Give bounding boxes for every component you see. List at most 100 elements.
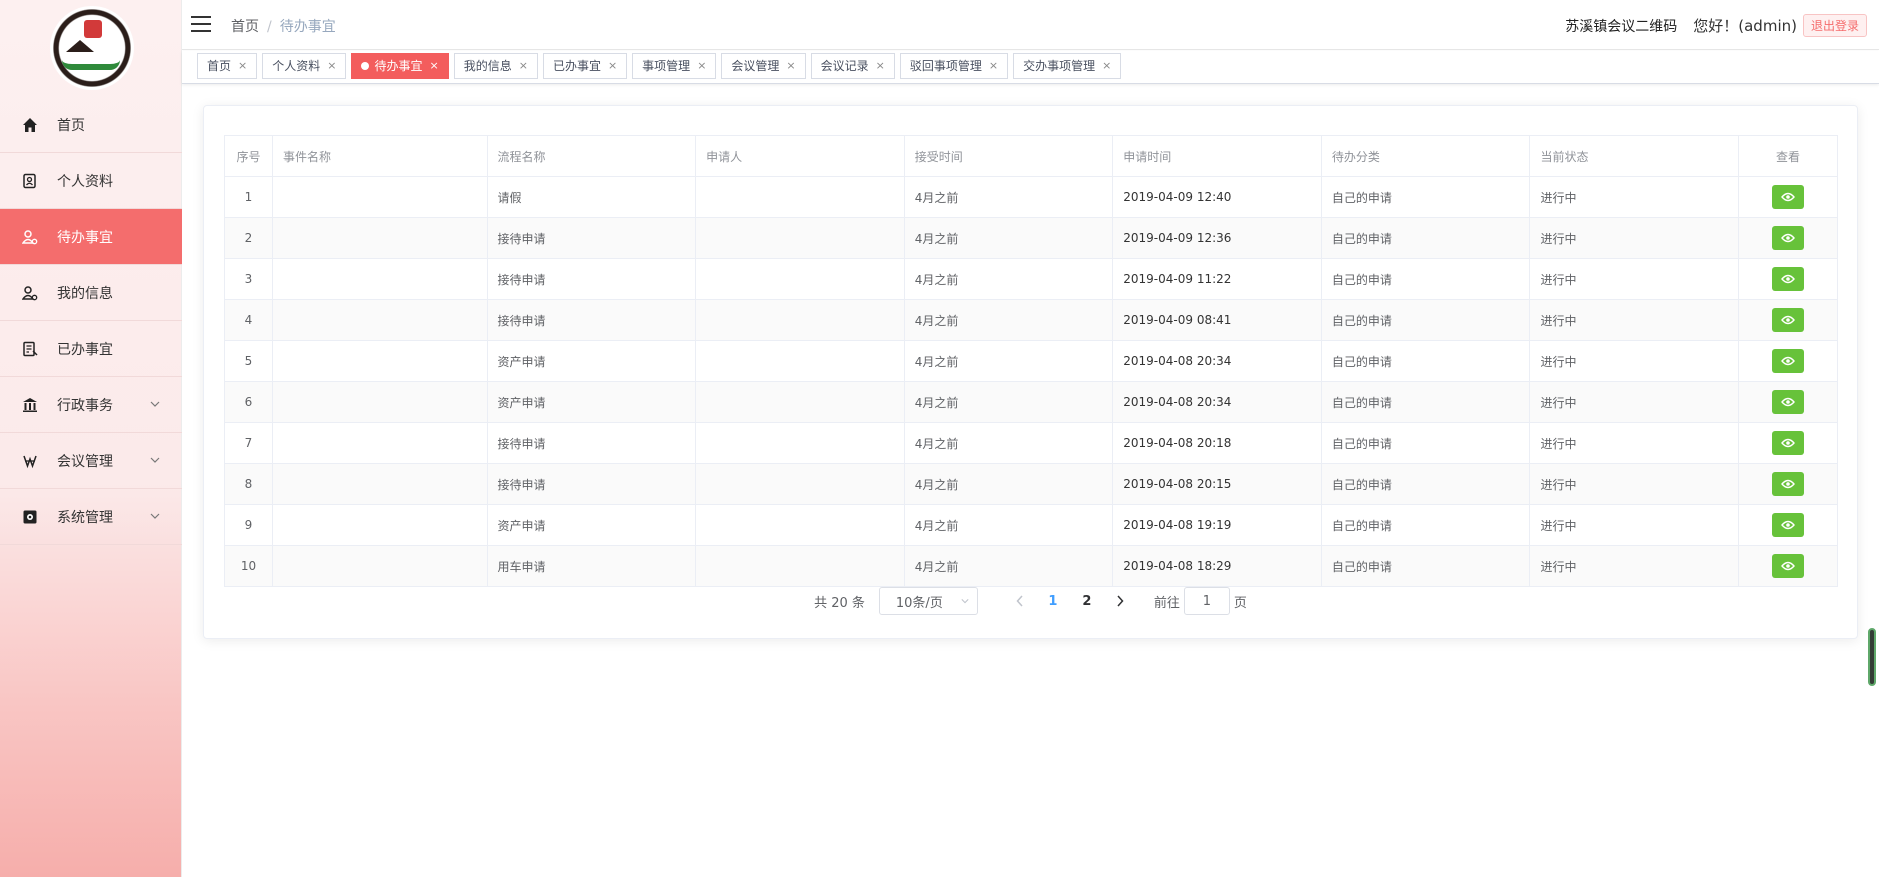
table-row: 9 资产申请 4月之前 2019-04-08 19:19 自己的申请 进行中 [224,504,1838,546]
col-header-event: 事件名称 [271,135,488,177]
tag-meeting-management[interactable]: 会议管理 × [721,53,806,79]
tag-rejected-items[interactable]: 驳回事项管理 × [899,53,1009,79]
close-icon[interactable]: × [876,54,885,78]
cell-applied: 2019-04-08 20:15 [1112,463,1322,505]
eye-icon [1781,192,1795,202]
col-header-flow: 流程名称 [486,135,697,177]
col-header-seq: 序号 [224,135,273,177]
cell-seq: 9 [224,504,273,546]
cell-category: 自己的申请 [1320,545,1531,587]
close-icon[interactable]: × [1102,54,1111,78]
logo [50,6,134,90]
tag-assigned-items[interactable]: 交办事项管理 × [1013,53,1122,79]
cell-category: 自己的申请 [1320,299,1531,341]
tags-list: 首页 × 个人资料 × 待办事宜 × 我的信息 × 已办事宜 × 事项管理 × 会议管理 × … [197,53,1126,79]
page-1-button[interactable]: 1 [1038,594,1068,609]
todo-table: 序号 事件名称 流程名称 申请人 接受时间 申请时间 待办分类 当前状态 查看 … [224,135,1838,587]
prev-page-button[interactable] [1010,587,1030,615]
cell-seq: 1 [224,176,273,218]
view-button[interactable] [1772,267,1805,291]
tag-label: 会议记录 [820,59,869,73]
hamburger-menu-icon[interactable] [191,16,211,32]
sidebar-item-label: 系统管理 [57,509,113,526]
cell-applicant [695,176,905,218]
tag-home[interactable]: 首页 × [197,53,258,79]
sidebar-item-label: 待办事宜 [57,229,113,246]
cell-flow: 请假 [486,176,697,218]
close-icon[interactable]: × [238,54,247,78]
next-page-button[interactable] [1110,587,1130,615]
tag-my-info[interactable]: 我的信息 × [453,53,538,79]
sidebar-item-label: 首页 [57,117,85,134]
cell-view [1738,381,1838,423]
qr-code-link[interactable]: 苏溪镇会议二维码 [1565,16,1677,36]
close-icon[interactable]: × [786,54,795,78]
goto-page-input[interactable]: 1 [1183,587,1230,615]
view-button[interactable] [1772,472,1805,496]
tag-done[interactable]: 已办事宜 × [542,53,628,79]
sidebar-item-label: 行政事务 [57,397,113,414]
cell-event [271,463,488,505]
cell-event [271,422,488,464]
view-button[interactable] [1772,185,1805,209]
scrollbar-thumb[interactable] [1868,628,1876,686]
user-area: 苏溪镇会议二维码 您好！(admin) 退出登录 [1565,14,1867,37]
page-2-button[interactable]: 2 [1072,594,1102,609]
view-button[interactable] [1772,431,1805,455]
cell-status: 进行中 [1529,217,1740,259]
sidebar-nav: 首页 个人资料 待办事宜 我的信息 已办事宜 行政事务 会议管理 系统管理 [0,97,182,545]
cell-received: 4月之前 [903,545,1114,587]
tag-meeting-records[interactable]: 会议记录 × [810,53,895,79]
sidebar-item-system[interactable]: 系统管理 [0,489,182,545]
sidebar-item-my-info[interactable]: 我的信息 [0,265,182,321]
cell-flow: 资产申请 [486,340,697,382]
sidebar-item-label: 个人资料 [57,173,113,190]
eye-icon [1781,233,1795,243]
cell-applied: 2019-04-08 20:18 [1112,422,1322,464]
cell-category: 自己的申请 [1320,340,1531,382]
logout-button[interactable]: 退出登录 [1802,14,1867,37]
close-icon[interactable]: × [429,54,438,78]
tag-profile[interactable]: 个人资料 × [262,53,347,79]
table-row: 4 接待申请 4月之前 2019-04-09 08:41 自己的申请 进行中 [224,299,1838,341]
close-icon[interactable]: × [989,54,998,78]
cell-category: 自己的申请 [1320,381,1531,423]
sidebar-item-home[interactable]: 首页 [0,97,182,153]
cell-view [1738,545,1838,587]
sidebar-item-done[interactable]: 已办事宜 [0,321,182,377]
cell-applicant [695,463,905,505]
close-icon[interactable]: × [327,54,336,78]
eye-icon [1781,520,1795,530]
pagination-total: 共 20 条 [814,595,865,611]
cell-seq: 5 [224,340,273,382]
close-icon[interactable]: × [519,54,528,78]
cell-received: 4月之前 [903,463,1114,505]
table-row: 1 请假 4月之前 2019-04-09 12:40 自己的申请 进行中 [224,176,1838,218]
tag-label: 首页 [207,59,232,73]
cell-category: 自己的申请 [1320,217,1531,259]
cell-received: 4月之前 [903,381,1114,423]
cell-view [1738,176,1838,218]
done-icon [21,340,39,358]
cell-flow: 接待申请 [486,217,697,259]
breadcrumb-home[interactable]: 首页 [231,19,259,35]
view-button[interactable] [1772,513,1805,537]
sidebar-item-meeting[interactable]: 会议管理 [0,433,182,489]
chevron-down-icon [150,401,160,407]
top-bar: 首页 / 待办事宜 苏溪镇会议二维码 您好！(admin) 退出登录 [182,0,1879,50]
view-button[interactable] [1772,390,1805,414]
tag-todo[interactable]: 待办事宜 × [351,53,449,79]
view-button[interactable] [1772,226,1805,250]
sidebar-item-todo[interactable]: 待办事宜 [0,209,182,265]
cell-status: 进行中 [1529,504,1740,546]
view-button[interactable] [1772,554,1805,578]
view-button[interactable] [1772,308,1805,332]
view-button[interactable] [1772,349,1805,373]
tag-item-management[interactable]: 事项管理 × [632,53,717,79]
cell-view [1738,340,1838,382]
close-icon[interactable]: × [697,54,706,78]
sidebar-item-profile[interactable]: 个人资料 [0,153,182,209]
close-icon[interactable]: × [608,54,617,78]
page-size-select[interactable]: 10条/页 [878,587,978,615]
sidebar-item-admin-affairs[interactable]: 行政事务 [0,377,182,433]
